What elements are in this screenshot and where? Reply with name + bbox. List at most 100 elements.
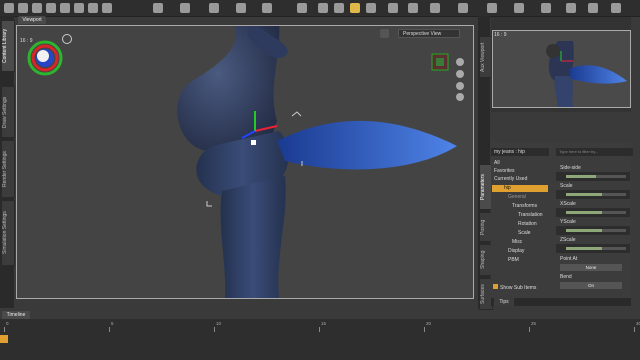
property-label: Scale	[560, 183, 573, 189]
left-pane-tabs: Content Library Draw Settings Render Set…	[0, 16, 15, 308]
undo-icon[interactable]	[46, 3, 56, 13]
timeline-tick-label: 25	[531, 321, 537, 326]
spotlight-icon[interactable]	[514, 3, 524, 13]
figure-leg	[220, 176, 286, 298]
timeline-tick-label: 10	[216, 321, 222, 326]
aux-viewport[interactable]	[492, 30, 631, 108]
timeline-tick	[529, 327, 530, 332]
universal-tool-icon[interactable]	[297, 3, 307, 13]
tree-item[interactable]: Currently Used	[494, 176, 527, 183]
scale-tool-icon[interactable]	[262, 3, 272, 13]
light-icon[interactable]	[487, 3, 497, 13]
spot-render-icon[interactable]	[408, 3, 418, 13]
aux-aspect-label: 16 : 9	[494, 32, 507, 38]
reset-view-icon	[456, 93, 464, 101]
main-viewport[interactable]	[16, 25, 474, 299]
scene-render	[177, 26, 457, 298]
aux-scene	[546, 41, 627, 107]
figure-tail	[277, 120, 457, 170]
property-label: Side-side	[560, 165, 581, 171]
tab-viewport[interactable]: Viewport	[18, 16, 46, 24]
node-select-icon[interactable]	[180, 3, 190, 13]
timeline-tick-label: 30	[636, 321, 640, 326]
camera-dropdown[interactable]: Perspective View	[398, 29, 460, 38]
timeline-tick-label: 0	[6, 321, 9, 326]
save-icon[interactable]	[60, 3, 70, 13]
property-slider[interactable]	[556, 208, 630, 217]
property-slider[interactable]	[556, 190, 630, 199]
tree-item-selected[interactable]: hip	[492, 185, 548, 192]
redo-icon[interactable]	[74, 3, 84, 13]
pin-icon[interactable]	[62, 34, 72, 44]
node-selector[interactable]: my jeans : hip	[491, 148, 549, 156]
property-label: YScale	[560, 219, 576, 225]
timeline-tick	[634, 327, 635, 332]
tab-simulation-settings[interactable]: Simulation Settings	[1, 200, 15, 266]
tree-item[interactable]: General	[508, 194, 526, 201]
tree-item[interactable]: PBM	[508, 257, 519, 264]
timeline-tick-label: 20	[426, 321, 432, 326]
bend-label: Bend	[560, 274, 572, 280]
orbit-icon	[456, 58, 464, 66]
select-tool-icon[interactable]	[153, 3, 163, 13]
geometry-editor-icon[interactable]	[388, 3, 398, 13]
tab-tips[interactable]: Tips	[494, 298, 514, 306]
timeline-tick-label: 5	[111, 321, 114, 326]
bend-toggle[interactable]: On	[560, 282, 622, 289]
timeline-tick	[319, 327, 320, 332]
property-slider[interactable]	[556, 244, 630, 253]
main-toolbar	[0, 0, 640, 17]
right-pane-tabs: Aux Viewport Parameters Posing Shaping S…	[478, 16, 493, 310]
camera-tool-icon[interactable]	[430, 3, 440, 13]
point-at-label: Point At	[560, 256, 578, 262]
open-icon[interactable]	[18, 3, 28, 13]
cut-icon[interactable]	[88, 3, 98, 13]
zoom-icon	[456, 82, 464, 90]
tree-item[interactable]: Display	[508, 248, 524, 255]
tree-item[interactable]: Misc	[512, 239, 522, 246]
tab-timeline[interactable]: Timeline	[2, 311, 30, 319]
filter-input[interactable]: Type here to filter by...	[556, 148, 633, 156]
active-pose-icon[interactable]	[318, 3, 328, 13]
tab-draw-settings[interactable]: Draw Settings	[1, 86, 15, 138]
point-at-button[interactable]: None	[560, 264, 622, 271]
timeline-tick	[214, 327, 215, 332]
timeline-tick	[109, 327, 110, 332]
pan-icon	[456, 70, 464, 78]
primitive-icon[interactable]	[541, 3, 551, 13]
render-settings-icon[interactable]	[566, 3, 576, 13]
joint-editor-icon[interactable]	[334, 3, 344, 13]
merge-icon[interactable]	[32, 3, 42, 13]
new-file-icon[interactable]	[4, 3, 14, 13]
tree-item[interactable]: Translation	[518, 212, 543, 219]
show-sub-items-checkbox[interactable]: Show Sub Items	[493, 284, 536, 291]
render-icon[interactable]	[350, 3, 360, 13]
property-label: XScale	[560, 201, 576, 207]
tab-render-settings[interactable]: Render Settings	[1, 140, 15, 198]
tab-content-library[interactable]: Content Library	[1, 20, 15, 72]
property-slider[interactable]	[556, 172, 630, 181]
tree-item[interactable]: Transforms	[512, 203, 537, 210]
tree-item[interactable]: All	[494, 160, 500, 167]
surface-tool-icon[interactable]	[366, 3, 376, 13]
tree-item[interactable]: Favorites	[494, 168, 515, 175]
light-preview-icon[interactable]	[27, 40, 63, 76]
environment-icon[interactable]	[458, 3, 468, 13]
layout-icon[interactable]	[588, 3, 598, 13]
timeline-tick-label: 15	[321, 321, 327, 326]
copy-icon[interactable]	[102, 3, 112, 13]
tree-item[interactable]: Rotation	[518, 221, 537, 228]
timeline-tick	[424, 327, 425, 332]
playhead-icon[interactable]	[0, 335, 8, 343]
checkbox-checked-icon	[493, 284, 498, 289]
timeline-pane[interactable]	[0, 319, 640, 360]
viewport-options-icon[interactable]	[380, 29, 389, 38]
help-icon[interactable]	[611, 3, 621, 13]
timeline-tick	[4, 327, 5, 332]
translate-tool-icon[interactable]	[236, 3, 246, 13]
view-cube[interactable]	[430, 52, 466, 102]
rotate-tool-icon[interactable]	[209, 3, 219, 13]
tree-item[interactable]: Scale	[518, 230, 531, 237]
property-label: ZScale	[560, 237, 576, 243]
property-slider[interactable]	[556, 226, 630, 235]
